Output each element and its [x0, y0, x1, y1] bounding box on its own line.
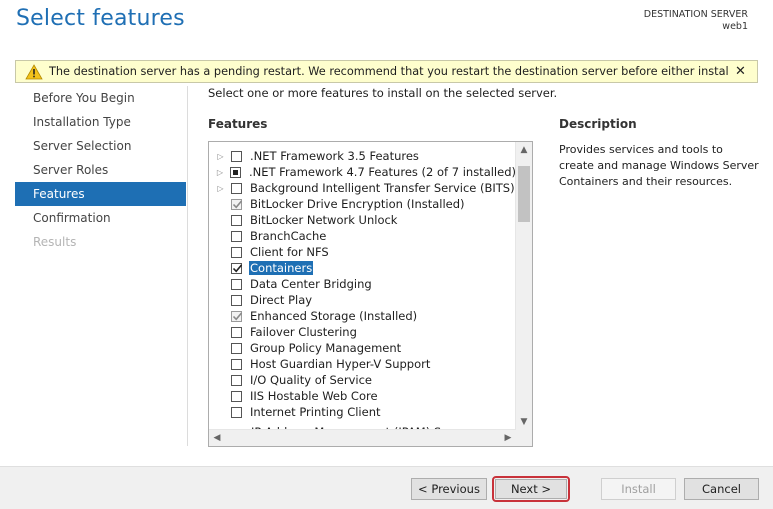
feature-row[interactable]: ▷ Background Intelligent Transfer Service…	[209, 180, 517, 196]
feature-label[interactable]: Internet Printing Client	[249, 405, 382, 419]
feature-row[interactable]: ▷BranchCache	[209, 228, 517, 244]
feature-row[interactable]: ▷Client for NFS	[209, 244, 517, 260]
warning-icon	[25, 63, 43, 79]
nav-item-features[interactable]: Features	[15, 182, 186, 206]
feature-row[interactable]: ▷I/O Quality of Service	[209, 372, 517, 388]
nav-item-installation-type[interactable]: Installation Type	[15, 110, 186, 134]
feature-checkbox[interactable]	[231, 374, 242, 386]
vertical-scrollbar[interactable]: ▲ ▼	[515, 142, 532, 430]
feature-row[interactable]: ▷Internet Printing Client	[209, 404, 517, 420]
feature-row[interactable]: ▷Failover Clustering	[209, 324, 517, 340]
feature-row[interactable]: ▷BitLocker Network Unlock	[209, 212, 517, 228]
feature-row[interactable]: ▷Host Guardian Hyper-V Support	[209, 356, 517, 372]
feature-row[interactable]: ▷Group Policy Management	[209, 340, 517, 356]
feature-label[interactable]: I/O Quality of Service	[249, 373, 373, 387]
cancel-button[interactable]: Cancel	[684, 478, 759, 500]
feature-checkbox[interactable]	[231, 246, 242, 258]
feature-checkbox[interactable]	[229, 166, 241, 178]
next-button-highlight	[492, 476, 570, 502]
feature-label[interactable]: Host Guardian Hyper-V Support	[249, 357, 431, 371]
feature-label[interactable]: Containers	[249, 261, 314, 275]
feature-label[interactable]: Group Policy Management	[249, 341, 402, 355]
scroll-down-icon[interactable]: ▼	[516, 414, 532, 430]
feature-label[interactable]: BranchCache	[249, 229, 327, 243]
feature-checkbox[interactable]	[231, 358, 242, 370]
install-button: Install	[601, 478, 676, 500]
scroll-left-icon[interactable]: ◀	[209, 430, 225, 446]
wizard-navigation: Before You Begin Installation Type Server …	[15, 86, 186, 254]
scroll-corner	[516, 430, 532, 446]
nav-item-before-you-begin[interactable]: Before You Begin	[15, 86, 186, 110]
feature-checkbox[interactable]	[231, 390, 242, 402]
feature-checkbox[interactable]	[231, 230, 242, 242]
feature-checkbox[interactable]	[231, 406, 242, 418]
nav-item-confirmation[interactable]: Confirmation	[15, 206, 186, 230]
feature-row[interactable]: ▷Direct Play	[209, 292, 517, 308]
previous-button[interactable]: < Previous	[411, 478, 487, 500]
page-title: Select features	[16, 6, 185, 31]
feature-checkbox	[231, 198, 243, 210]
feature-label[interactable]: Background Intelligent Transfer Service …	[249, 181, 516, 195]
scrollbar-thumb[interactable]	[518, 166, 530, 222]
feature-row[interactable]: ▷Enhanced Storage (Installed)	[209, 308, 517, 324]
feature-list: ▷ .NET Framework 3.5 Features ▷ .NET Framew…	[209, 148, 517, 430]
feature-label[interactable]: Failover Clustering	[249, 325, 358, 339]
nav-item-server-roles[interactable]: Server Roles	[15, 158, 186, 182]
feature-row[interactable]: ▷ .NET Framework 3.5 Features	[209, 148, 517, 164]
warning-message: The destination server has a pending res…	[49, 65, 728, 78]
feature-row[interactable]: ▷IIS Hostable Web Core	[209, 388, 517, 404]
feature-label[interactable]: .NET Framework 3.5 Features	[249, 149, 420, 163]
destination-server-info: DESTINATION SERVER web1	[644, 9, 748, 33]
feature-checkbox[interactable]	[231, 182, 242, 194]
feature-row[interactable]: ▷ .NET Framework 4.7 Features (2 of 7 ins…	[209, 164, 517, 180]
feature-checkbox[interactable]	[231, 278, 242, 290]
expand-arrow-icon[interactable]: ▷	[216, 168, 224, 177]
feature-label[interactable]: Direct Play	[249, 293, 313, 307]
pending-restart-warning: The destination server has a pending res…	[15, 60, 758, 83]
features-tree[interactable]: ▷ .NET Framework 3.5 Features ▷ .NET Framew…	[208, 141, 533, 447]
feature-checkbox[interactable]	[231, 342, 242, 354]
feature-row[interactable]: ▷BitLocker Drive Encryption (Installed)	[209, 196, 517, 212]
expand-arrow-icon[interactable]: ▷	[216, 184, 225, 193]
feature-checkbox[interactable]	[231, 214, 242, 226]
nav-item-results: Results	[33, 235, 77, 249]
destination-server-name: web1	[722, 21, 748, 32]
features-heading: Features	[208, 117, 268, 131]
instruction-text: Select one or more features to install o…	[208, 86, 558, 100]
destination-server-label: DESTINATION SERVER	[643, 9, 748, 20]
feature-label[interactable]: .NET Framework 4.7 Features (2 of 7 inst…	[248, 165, 517, 179]
feature-checkbox[interactable]	[231, 262, 243, 274]
horizontal-scrollbar[interactable]: ◀ ▶	[209, 429, 516, 446]
feature-label[interactable]: BitLocker Network Unlock	[249, 213, 398, 227]
feature-checkbox[interactable]	[231, 294, 242, 306]
scroll-right-icon[interactable]: ▶	[500, 430, 516, 446]
feature-row[interactable]: ▷Data Center Bridging	[209, 276, 517, 292]
scroll-up-icon[interactable]: ▲	[516, 142, 532, 158]
expand-arrow-icon[interactable]: ▷	[216, 152, 225, 161]
nav-divider	[187, 86, 188, 446]
description-text: Provides services and tools to create an…	[559, 143, 759, 188]
feature-checkbox[interactable]	[231, 150, 242, 162]
feature-row[interactable]: ▷Containers	[209, 260, 517, 276]
feature-label[interactable]: Data Center Bridging	[249, 277, 373, 291]
feature-label[interactable]: BitLocker Drive Encryption (Installed)	[249, 197, 466, 211]
feature-label[interactable]: Enhanced Storage (Installed)	[249, 309, 418, 323]
description-heading: Description	[559, 117, 637, 131]
feature-checkbox[interactable]	[231, 326, 242, 338]
feature-label[interactable]: IIS Hostable Web Core	[249, 389, 379, 403]
nav-item-server-selection[interactable]: Server Selection	[15, 134, 186, 158]
feature-checkbox	[231, 310, 243, 322]
feature-label[interactable]: Client for NFS	[249, 245, 330, 259]
close-icon[interactable]: ✕	[734, 64, 747, 79]
